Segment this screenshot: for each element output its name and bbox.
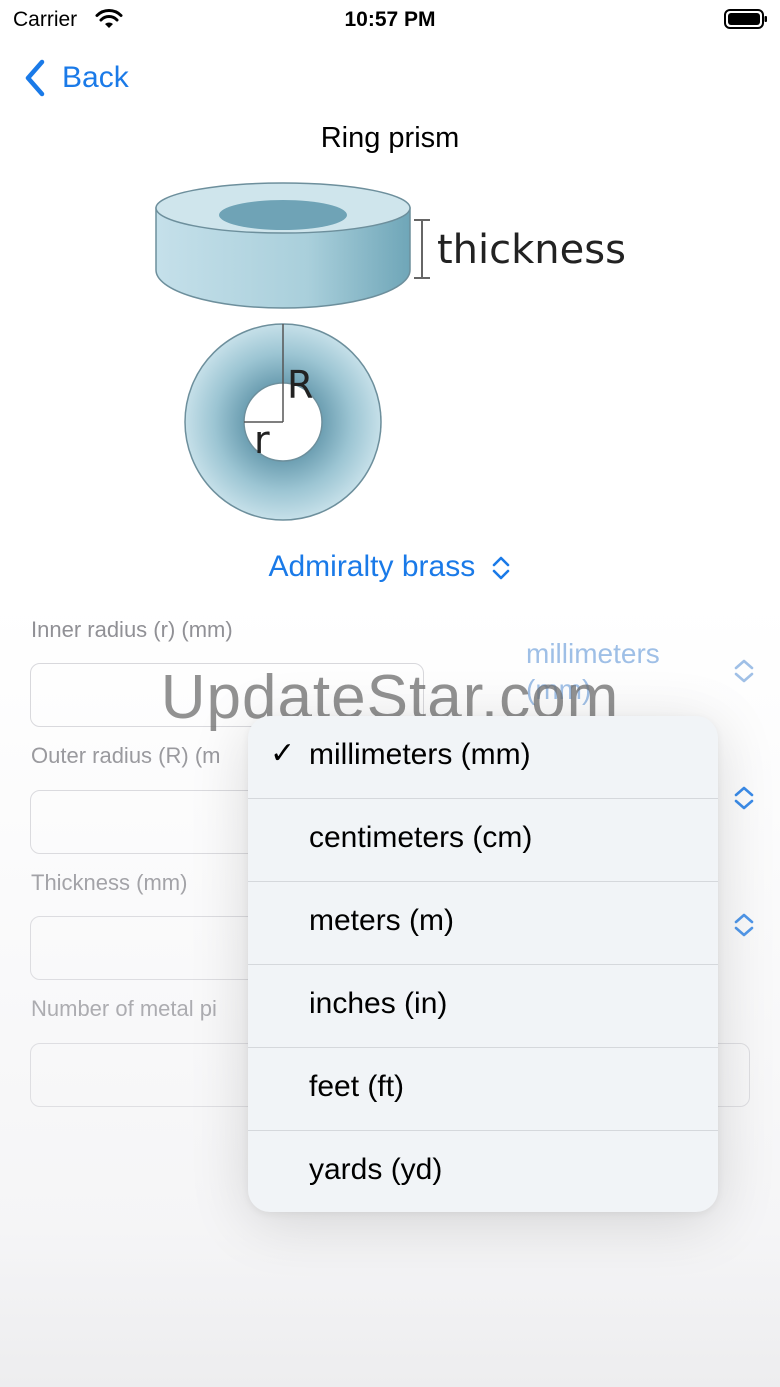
menu-item-label: inches (in)	[309, 987, 448, 1020]
back-label: Back	[62, 61, 129, 94]
pieces-field-label: Number of metal pi	[31, 996, 217, 1021]
page-title: Ring prism	[320, 122, 460, 154]
menu-item-label: meters (m)	[309, 904, 454, 937]
menu-item-millimeters[interactable]: ✓ millimeters (mm)	[248, 716, 718, 799]
material-picker[interactable]: Admiralty brass	[0, 550, 780, 584]
menu-item-feet[interactable]: feet (ft)	[248, 1048, 718, 1131]
menu-item-inches[interactable]: inches (in)	[248, 965, 718, 1048]
status-bar: Carrier 10:57 PM	[0, 0, 780, 40]
chevron-updown-icon	[492, 556, 509, 580]
inner-radius-label: r	[254, 418, 270, 462]
menu-item-label: millimeters (mm)	[309, 738, 531, 771]
outer-radius-field-label: Outer radius (R) (m	[31, 743, 221, 768]
checkmark-icon: ✓	[270, 737, 296, 770]
thickness-unit-chevron-icon[interactable]	[730, 910, 758, 940]
inner-radius-field-label: Inner radius (r) (mm)	[31, 617, 233, 642]
menu-item-label: centimeters (cm)	[309, 821, 533, 854]
thickness-label: thickness	[437, 227, 626, 273]
chevron-left-icon	[25, 59, 45, 97]
unit-menu: ✓ millimeters (mm) centimeters (cm) mete…	[248, 716, 718, 1212]
clock: 10:57 PM	[344, 8, 436, 31]
outer-unit-chevron-icon[interactable]	[730, 783, 758, 813]
material-label: Admiralty brass	[268, 550, 476, 583]
thickness-field-label: Thickness (mm)	[31, 870, 188, 895]
menu-item-centimeters[interactable]: centimeters (cm)	[248, 799, 718, 882]
menu-item-label: feet (ft)	[309, 1070, 405, 1103]
back-button[interactable]: Back	[22, 58, 129, 98]
menu-item-meters[interactable]: meters (m)	[248, 882, 718, 965]
menu-item-yards[interactable]: yards (yd)	[248, 1131, 718, 1212]
ring-prism-illustration: thickness R r	[155, 182, 626, 521]
battery-icon	[724, 9, 767, 29]
menu-item-label: yards (yd)	[309, 1153, 443, 1186]
outer-radius-label: R	[287, 363, 313, 407]
